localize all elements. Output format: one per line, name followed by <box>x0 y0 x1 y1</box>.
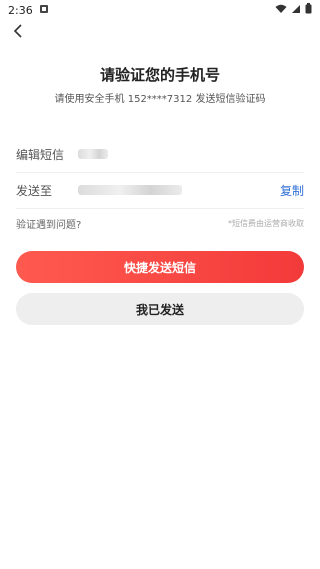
status-time: 2:36 <box>8 3 33 17</box>
quick-send-sms-button[interactable]: 快捷发送短信 <box>16 251 304 283</box>
sms-content-label: 编辑短信 <box>16 147 65 162</box>
signal-icon <box>291 4 301 17</box>
send-to-row: 发送至 复制 <box>16 172 304 209</box>
wifi-icon <box>275 4 287 17</box>
send-to-label: 发送至 <box>16 183 53 198</box>
page-subtitle: 请使用安全手机 152****7312 发送短信验证码 <box>54 94 266 105</box>
sms-fee-note: *短信费由运营商收取 <box>228 219 304 228</box>
already-sent-button[interactable]: 我已发送 <box>16 293 304 325</box>
chevron-left-icon <box>12 23 24 42</box>
battery-icon <box>305 3 312 17</box>
notification-icon <box>39 4 49 17</box>
sms-content-row: 编辑短信 <box>16 136 304 173</box>
verification-help-link[interactable]: 验证遇到问题? <box>16 216 81 231</box>
copy-button[interactable]: 复制 <box>280 182 304 199</box>
back-button[interactable] <box>8 22 28 42</box>
send-to-number-redacted <box>78 185 182 195</box>
status-right <box>275 3 312 17</box>
sms-content-redacted <box>78 149 108 159</box>
status-bar: 2:36 <box>0 0 320 20</box>
page-title: 请验证您的手机号 <box>99 66 220 84</box>
help-row: 验证遇到问题? *短信费由运营商收取 <box>16 216 304 231</box>
status-left: 2:36 <box>8 4 49 17</box>
